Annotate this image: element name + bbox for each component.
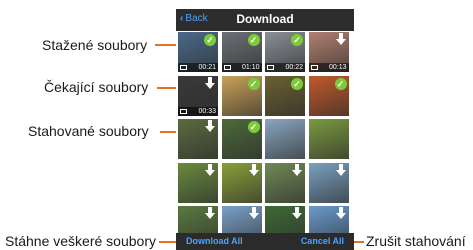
checkmark-icon: ✓ — [291, 34, 303, 46]
photo-thumbnail[interactable]: ✓ — [221, 119, 262, 159]
phone-screen: ‹ Back Download 00:21 ✓ 01:10 ✓ 00:22 ✓ 00:13 00… — [176, 9, 354, 250]
callout-download-all: Stáhne veškeré soubory — [5, 233, 156, 249]
photo-thumbnail[interactable] — [265, 162, 305, 203]
video-info-bar: 00:13 — [308, 63, 349, 72]
download-arrow-icon — [205, 76, 215, 89]
video-camera-icon — [310, 65, 318, 70]
photo-thumbnail[interactable]: ✓ — [221, 75, 262, 116]
photo-thumbnail[interactable]: 00:13 — [308, 32, 349, 72]
download-arrow-icon — [335, 163, 346, 176]
checkmark-icon: ✓ — [247, 121, 260, 133]
video-duration: 00:33 — [198, 107, 216, 115]
video-camera-icon — [223, 65, 231, 70]
photo-thumbnail[interactable]: 00:22 ✓ — [265, 32, 305, 72]
photo-thumbnail[interactable]: ✓ — [308, 75, 349, 116]
photo-thumbnail[interactable]: 01:10 ✓ — [221, 32, 262, 72]
callout-waiting-files: Čekající soubory — [44, 79, 149, 95]
checkmark-icon: ✓ — [334, 77, 347, 90]
photo-thumbnail[interactable] — [178, 119, 218, 159]
page-title: Download — [236, 12, 294, 26]
photo-thumbnail[interactable]: 00:21 ✓ — [178, 32, 218, 72]
video-duration: 00:22 — [285, 64, 303, 71]
bottom-toolbar: Download All Cancel All — [176, 233, 354, 250]
callout-downloaded-files: Stažené soubory — [42, 37, 148, 53]
photo-thumbnail[interactable]: ✓ — [265, 75, 305, 116]
photo-thumbnail[interactable] — [178, 162, 218, 203]
video-duration: 00:13 — [328, 64, 347, 71]
download-arrow-icon — [335, 33, 346, 45]
video-duration: 01:10 — [241, 64, 260, 71]
download-arrow-icon — [292, 207, 302, 219]
download-arrow-icon — [205, 163, 215, 176]
download-arrow-icon — [248, 207, 259, 219]
photo-thumbnail[interactable] — [308, 119, 349, 159]
callout-downloading-files: Stahované soubory — [28, 123, 149, 139]
video-camera-icon — [180, 108, 187, 114]
checkmark-icon: ✓ — [247, 34, 260, 46]
download-arrow-icon — [335, 207, 346, 219]
video-duration: 00:21 — [198, 64, 216, 71]
photo-thumbnail[interactable]: 00:33 — [178, 75, 218, 116]
video-info-bar: 00:22 — [265, 63, 305, 72]
download-arrow-icon — [205, 120, 215, 132]
video-camera-icon — [267, 65, 274, 70]
checkmark-icon: ✓ — [247, 77, 260, 90]
navigation-bar: ‹ Back Download — [176, 9, 354, 31]
photo-thumbnail[interactable] — [265, 119, 305, 159]
video-camera-icon — [180, 65, 187, 70]
photo-thumbnail[interactable] — [308, 162, 349, 203]
video-info-bar: 00:33 — [178, 106, 218, 116]
download-arrow-icon — [248, 163, 259, 176]
checkmark-icon: ✓ — [291, 77, 303, 90]
video-info-bar: 01:10 — [221, 63, 262, 72]
callout-cancel-all: Zrušit stahování — [366, 233, 466, 249]
photo-thumbnail[interactable] — [221, 162, 262, 203]
download-all-button[interactable]: Download All — [186, 236, 243, 246]
checkmark-icon: ✓ — [204, 34, 216, 46]
cancel-all-button[interactable]: Cancel All — [301, 236, 344, 246]
download-arrow-icon — [205, 207, 215, 219]
video-info-bar: 00:21 — [178, 63, 218, 72]
download-arrow-icon — [292, 163, 302, 176]
